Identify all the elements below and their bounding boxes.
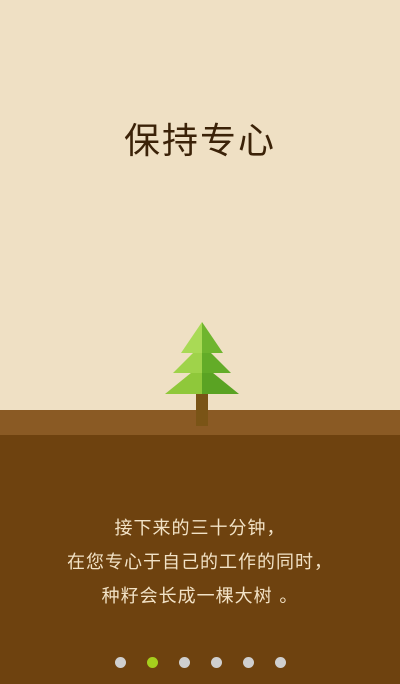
page-dot-2-active[interactable] <box>146 657 158 668</box>
description-line-1: 接下来的三十分钟， <box>114 518 286 539</box>
page-dot-6[interactable] <box>274 657 286 668</box>
description-line-2: 在您专心于自己的工作的同时， <box>67 552 333 573</box>
page-dot-5[interactable] <box>242 657 254 668</box>
page-dot-1[interactable] <box>114 657 126 668</box>
page-dot-4[interactable] <box>210 657 222 668</box>
pine-tree-icon <box>165 322 239 426</box>
tree-tier-top-right <box>202 322 223 353</box>
page-dot-3[interactable] <box>178 657 190 668</box>
tree-tier-top-left <box>181 322 202 353</box>
onboarding-description: 接下来的三十分钟， 在您专心于自己的工作的同时， 种籽会长成一棵大树 。 <box>0 512 400 614</box>
description-line-3: 种籽会长成一棵大树 。 <box>101 586 299 607</box>
onboarding-screen[interactable]: 保持专心 接下来的三十分钟， 在您专心于自己的工作的同时， 种籽会长成一棵大树 … <box>0 0 400 684</box>
page-indicator <box>0 657 400 668</box>
tree-trunk <box>196 392 208 426</box>
page-title: 保持专心 <box>123 121 276 162</box>
